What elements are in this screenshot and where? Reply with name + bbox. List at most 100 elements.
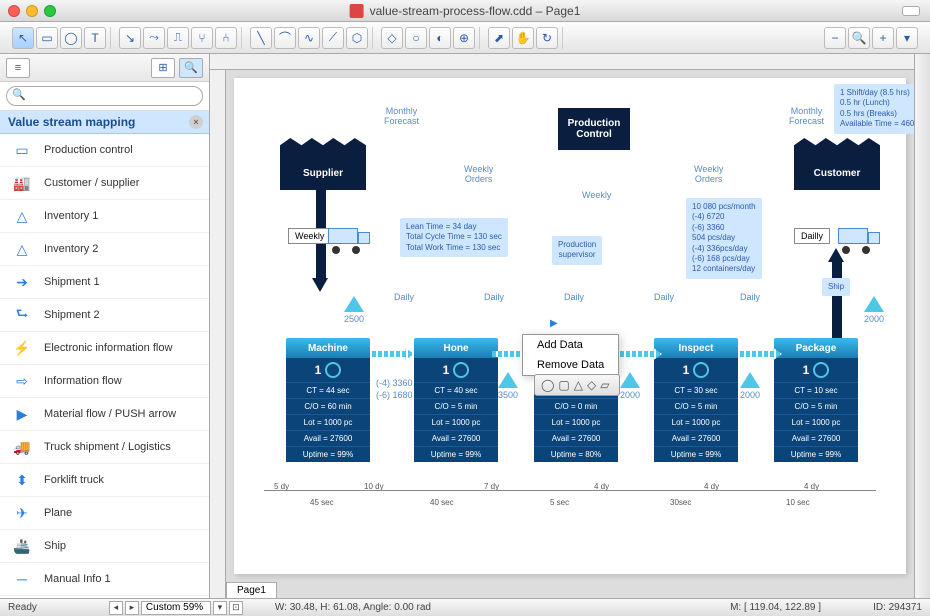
shape-item-3[interactable]: △Inventory 2 bbox=[0, 233, 209, 266]
library-close-icon[interactable]: × bbox=[189, 115, 203, 129]
bezier-tool[interactable]: ⟋ bbox=[322, 27, 344, 49]
inventory-3500[interactable] bbox=[498, 372, 518, 388]
minimize-window-button[interactable] bbox=[26, 5, 38, 17]
sidebar-search-toggle[interactable]: 🔍 bbox=[179, 58, 203, 78]
truck-supplier[interactable] bbox=[328, 228, 372, 250]
process-data-row: Lot = 1000 pc bbox=[414, 414, 498, 430]
canvas-area: Monthly ForecastMonthly ForecastWeekly O… bbox=[210, 54, 914, 598]
shape-item-8[interactable]: ▶Material flow / PUSH arrow bbox=[0, 398, 209, 431]
shape-item-9[interactable]: 🚚Truck shipment / Logistics bbox=[0, 431, 209, 464]
inventory-2500[interactable] bbox=[344, 296, 364, 312]
zoom-input[interactable] bbox=[141, 601, 211, 615]
customer-shape[interactable]: Customer bbox=[794, 138, 880, 190]
shape-item-13[interactable]: ─Manual Info 1 bbox=[0, 563, 209, 596]
context-menu[interactable]: Add Data Remove Data bbox=[522, 334, 619, 376]
context-add-data[interactable]: Add Data bbox=[523, 335, 618, 355]
ship-daily-label[interactable]: Dailly bbox=[794, 228, 830, 244]
page-tab[interactable]: Page1 bbox=[226, 582, 277, 598]
pointer-alt[interactable]: ⬈ bbox=[488, 27, 510, 49]
process-machine[interactable]: Machine 1 CT = 44 secC/O = 60 minLot = 1… bbox=[286, 338, 370, 462]
hand-tool[interactable]: ✋ bbox=[512, 27, 534, 49]
push-arrow-0[interactable] bbox=[372, 348, 414, 360]
close-window-button[interactable] bbox=[8, 5, 20, 17]
zoom-in-button[interactable]: + bbox=[872, 27, 894, 49]
status-dimensions: W: 30.48, H: 61.08, Angle: 0.00 rad bbox=[275, 602, 431, 613]
shape-tool-3[interactable]: ◐ bbox=[429, 27, 451, 49]
process-hone[interactable]: Hone 1 CT = 40 secC/O = 5 minLot = 1000 … bbox=[414, 338, 498, 462]
play-icon[interactable]: ▶ bbox=[550, 318, 558, 329]
sidebar-view-grid[interactable]: ⊞ bbox=[151, 58, 175, 78]
zoom-window-button[interactable] bbox=[44, 5, 56, 17]
demand-box[interactable]: 10 080 pcs/month (-4) 6720 (-6) 3360 504… bbox=[686, 198, 762, 279]
line-tool[interactable]: ╲ bbox=[250, 27, 272, 49]
ship-box[interactable]: Ship bbox=[822, 278, 850, 296]
library-header[interactable]: Value stream mapping × bbox=[0, 111, 209, 134]
pointer-tool[interactable]: ↖ bbox=[12, 27, 34, 49]
shift-info-box[interactable]: 1 Shift/day (8.5 hrs) 0.5 hr (Lunch) 0.5… bbox=[834, 84, 922, 134]
tree-tool-2[interactable]: ⑃ bbox=[215, 27, 237, 49]
text-tool[interactable]: T bbox=[84, 27, 106, 49]
zoom-fit-button[interactable]: 🔍 bbox=[848, 27, 870, 49]
library-sidebar: ≡ ⊞ 🔍 Value stream mapping × ▭Production… bbox=[0, 54, 210, 598]
curve-tool[interactable]: ∿ bbox=[298, 27, 320, 49]
zoom-out-button[interactable]: − bbox=[824, 27, 846, 49]
zoom-dropdown[interactable]: ▾ bbox=[896, 27, 918, 49]
shape-item-2[interactable]: △Inventory 1 bbox=[0, 200, 209, 233]
search-input[interactable] bbox=[6, 86, 203, 106]
page-next[interactable]: ▸ bbox=[125, 601, 139, 615]
ellipse-tool[interactable]: ◯ bbox=[60, 27, 82, 49]
rotate-tool[interactable]: ↻ bbox=[536, 27, 558, 49]
process-data-row: Avail = 27600 bbox=[774, 430, 858, 446]
lean-time-box[interactable]: Lean Time = 34 day Total Cycle Time = 13… bbox=[400, 218, 508, 257]
page-prev[interactable]: ◂ bbox=[109, 601, 123, 615]
shape-item-1[interactable]: 🏭Customer / supplier bbox=[0, 167, 209, 200]
push-arrow-2[interactable] bbox=[620, 348, 662, 360]
shape-item-12[interactable]: 🚢Ship bbox=[0, 530, 209, 563]
shape-item-7[interactable]: ⇨Information flow bbox=[0, 365, 209, 398]
arc-tool[interactable]: ⌒ bbox=[274, 27, 296, 49]
document-icon bbox=[350, 4, 364, 18]
process-inspect[interactable]: Inspect 1 CT = 30 secC/O = 5 minLot = 10… bbox=[654, 338, 738, 462]
shape-item-10[interactable]: ⬍Forklift truck bbox=[0, 464, 209, 497]
zoom-menu[interactable]: ⊡ bbox=[229, 601, 243, 615]
title-pill-button[interactable] bbox=[902, 6, 920, 16]
process-package[interactable]: Package 1 CT = 10 secC/O = 5 minLot = 10… bbox=[774, 338, 858, 462]
shape-item-0[interactable]: ▭Production control bbox=[0, 134, 209, 167]
traffic-lights bbox=[8, 5, 56, 17]
shape-tool-4[interactable]: ⊕ bbox=[453, 27, 475, 49]
shape-icon: ▶ bbox=[8, 404, 36, 424]
rect-tool[interactable]: ▭ bbox=[36, 27, 58, 49]
connector-tool-2[interactable]: ⤳ bbox=[143, 27, 165, 49]
production-control-box[interactable]: Production Control bbox=[558, 108, 630, 150]
shape-item-5[interactable]: ⮑Shipment 2 bbox=[0, 299, 209, 332]
zoom-step[interactable]: ▾ bbox=[213, 601, 227, 615]
push-arrow-3[interactable] bbox=[740, 348, 782, 360]
shape-item-6[interactable]: ⚡Electronic information flow bbox=[0, 332, 209, 365]
context-shape-bar[interactable]: ◯▢△◇▱ bbox=[534, 374, 620, 396]
inventory-2000c[interactable] bbox=[864, 296, 884, 312]
connector-tool-3[interactable]: ⎍ bbox=[167, 27, 189, 49]
supplier-shape[interactable]: Supplier bbox=[280, 138, 366, 190]
process-data-row: Lot = 1000 pc bbox=[534, 414, 618, 430]
shape-label: Production control bbox=[44, 144, 133, 156]
process-data-row: C/O = 5 min bbox=[774, 398, 858, 414]
inventory-2000a[interactable] bbox=[620, 372, 640, 388]
sidebar-tab-libraries[interactable]: ≡ bbox=[6, 58, 30, 78]
process-data-row: Uptime = 99% bbox=[414, 446, 498, 462]
process-data-row: Uptime = 99% bbox=[774, 446, 858, 462]
inventory-2000b[interactable] bbox=[740, 372, 760, 388]
shape-label: Manual Info 1 bbox=[44, 573, 111, 585]
truck-customer[interactable] bbox=[838, 228, 882, 250]
vertical-scrollbar[interactable] bbox=[914, 54, 930, 598]
poly-tool[interactable]: ⬡ bbox=[346, 27, 368, 49]
drawing-page[interactable]: Monthly ForecastMonthly ForecastWeekly O… bbox=[234, 78, 906, 574]
shape-tool-1[interactable]: ◇ bbox=[381, 27, 403, 49]
shape-tool-2[interactable]: ○ bbox=[405, 27, 427, 49]
connector-tool-1[interactable]: ↘ bbox=[119, 27, 141, 49]
supervisor-box[interactable]: Production supervisor bbox=[552, 236, 602, 265]
ship-weekly-label[interactable]: Weekly bbox=[288, 228, 331, 244]
context-remove-data[interactable]: Remove Data bbox=[523, 355, 618, 375]
shape-item-4[interactable]: ➔Shipment 1 bbox=[0, 266, 209, 299]
shape-item-11[interactable]: ✈Plane bbox=[0, 497, 209, 530]
tree-tool[interactable]: ⑂ bbox=[191, 27, 213, 49]
